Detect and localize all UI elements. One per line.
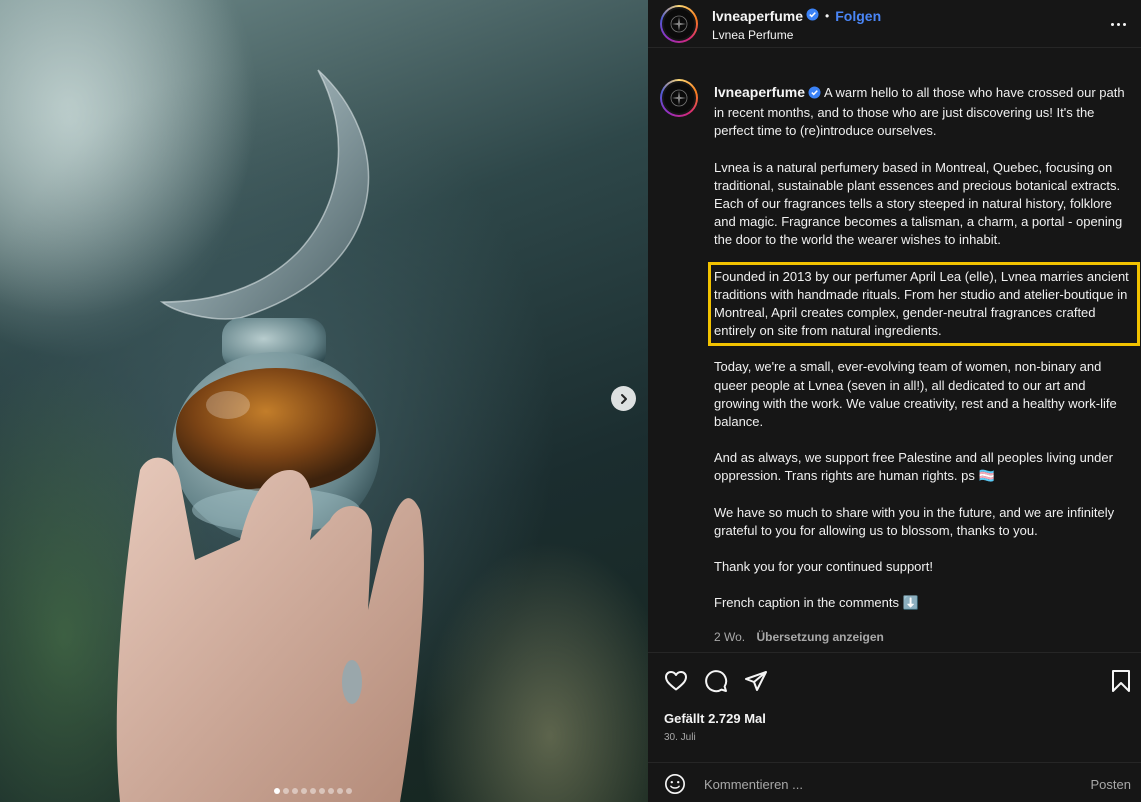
carousel-dot	[292, 788, 298, 794]
more-options-icon[interactable]	[1107, 14, 1129, 34]
bookmark-icon[interactable]	[1110, 669, 1132, 698]
lvnea-logo-icon	[670, 15, 688, 33]
chevron-right-icon	[620, 393, 627, 404]
comment-bar: Posten	[648, 762, 1141, 802]
carousel-next-button[interactable]	[611, 386, 636, 411]
comment-input[interactable]	[704, 772, 1064, 796]
avatar[interactable]	[660, 5, 698, 43]
caption-username-link[interactable]: lvneaperfume	[714, 84, 805, 100]
carousel-dot	[274, 788, 280, 794]
comment-icon[interactable]	[704, 669, 728, 698]
carousel-dot	[328, 788, 334, 794]
caption-avatar[interactable]	[660, 79, 698, 117]
post-side-panel: lvneaperfume • Folgen Lvnea Perfume lvne…	[648, 0, 1141, 802]
verified-badge-icon	[806, 8, 819, 24]
caption-paragraph-thanks: Thank you for your continued support!	[714, 559, 933, 575]
share-icon[interactable]	[744, 669, 768, 698]
lvnea-logo-icon	[670, 89, 688, 107]
carousel-dot	[283, 788, 289, 794]
username-link[interactable]: lvneaperfume	[712, 8, 803, 24]
caption-paragraph-grateful: We have so much to share with you in the…	[714, 504, 1115, 538]
likes-count[interactable]: Gefällt 2.729 Mal	[664, 711, 766, 726]
carousel-dot	[301, 788, 307, 794]
perfume-bottle-illustration	[116, 69, 424, 802]
caption-paragraph-highlighted: Founded in 2013 by our perfumer April Le…	[708, 261, 1140, 347]
post-comment-button[interactable]: Posten	[1091, 777, 1131, 792]
translate-link[interactable]: Übersetzung anzeigen	[756, 630, 883, 644]
caption-paragraph-support: And as always, we support free Palestine…	[714, 450, 1113, 484]
header-subtitle: Lvnea Perfume	[712, 28, 794, 42]
more-dot	[1122, 22, 1126, 26]
carousel-dot	[337, 788, 343, 794]
avatar-inner	[662, 7, 696, 41]
post-date: 30. Juli	[664, 732, 696, 743]
carousel-indicator	[274, 788, 352, 794]
caption-meta: 2 Wo. Übersetzung anzeigen	[714, 630, 884, 644]
caption-paragraph-team: Today, we're a small, ever-evolving team…	[714, 359, 1117, 430]
post-image[interactable]	[0, 0, 648, 802]
avatar-inner	[662, 81, 696, 115]
header-user-line: lvneaperfume • Folgen	[712, 8, 881, 24]
carousel-dot	[346, 788, 352, 794]
heart-icon[interactable]	[664, 669, 688, 698]
more-dot	[1110, 22, 1114, 26]
carousel-dot	[310, 788, 316, 794]
separator-dot: •	[825, 9, 830, 23]
emoji-icon[interactable]	[664, 773, 686, 800]
carousel-dot	[319, 788, 325, 794]
post-header: lvneaperfume • Folgen Lvnea Perfume	[648, 0, 1141, 48]
caption-area: lvneaperfume A warm hello to all those w…	[648, 48, 1141, 652]
post-age: 2 Wo.	[714, 630, 746, 644]
caption-paragraph-french: French caption in the comments ⬇️	[714, 595, 919, 611]
caption-text: lvneaperfume A warm hello to all those w…	[708, 83, 1140, 630]
caption-paragraph-about: Lvnea is a natural perfumery based in Mo…	[714, 159, 1123, 248]
action-bar: Gefällt 2.729 Mal 30. Juli	[648, 652, 1141, 762]
more-dot	[1116, 22, 1120, 26]
verified-badge-icon	[808, 86, 821, 104]
follow-button[interactable]: Folgen	[835, 8, 881, 24]
caption-intro-paragraph: lvneaperfume A warm hello to all those w…	[714, 83, 1134, 141]
